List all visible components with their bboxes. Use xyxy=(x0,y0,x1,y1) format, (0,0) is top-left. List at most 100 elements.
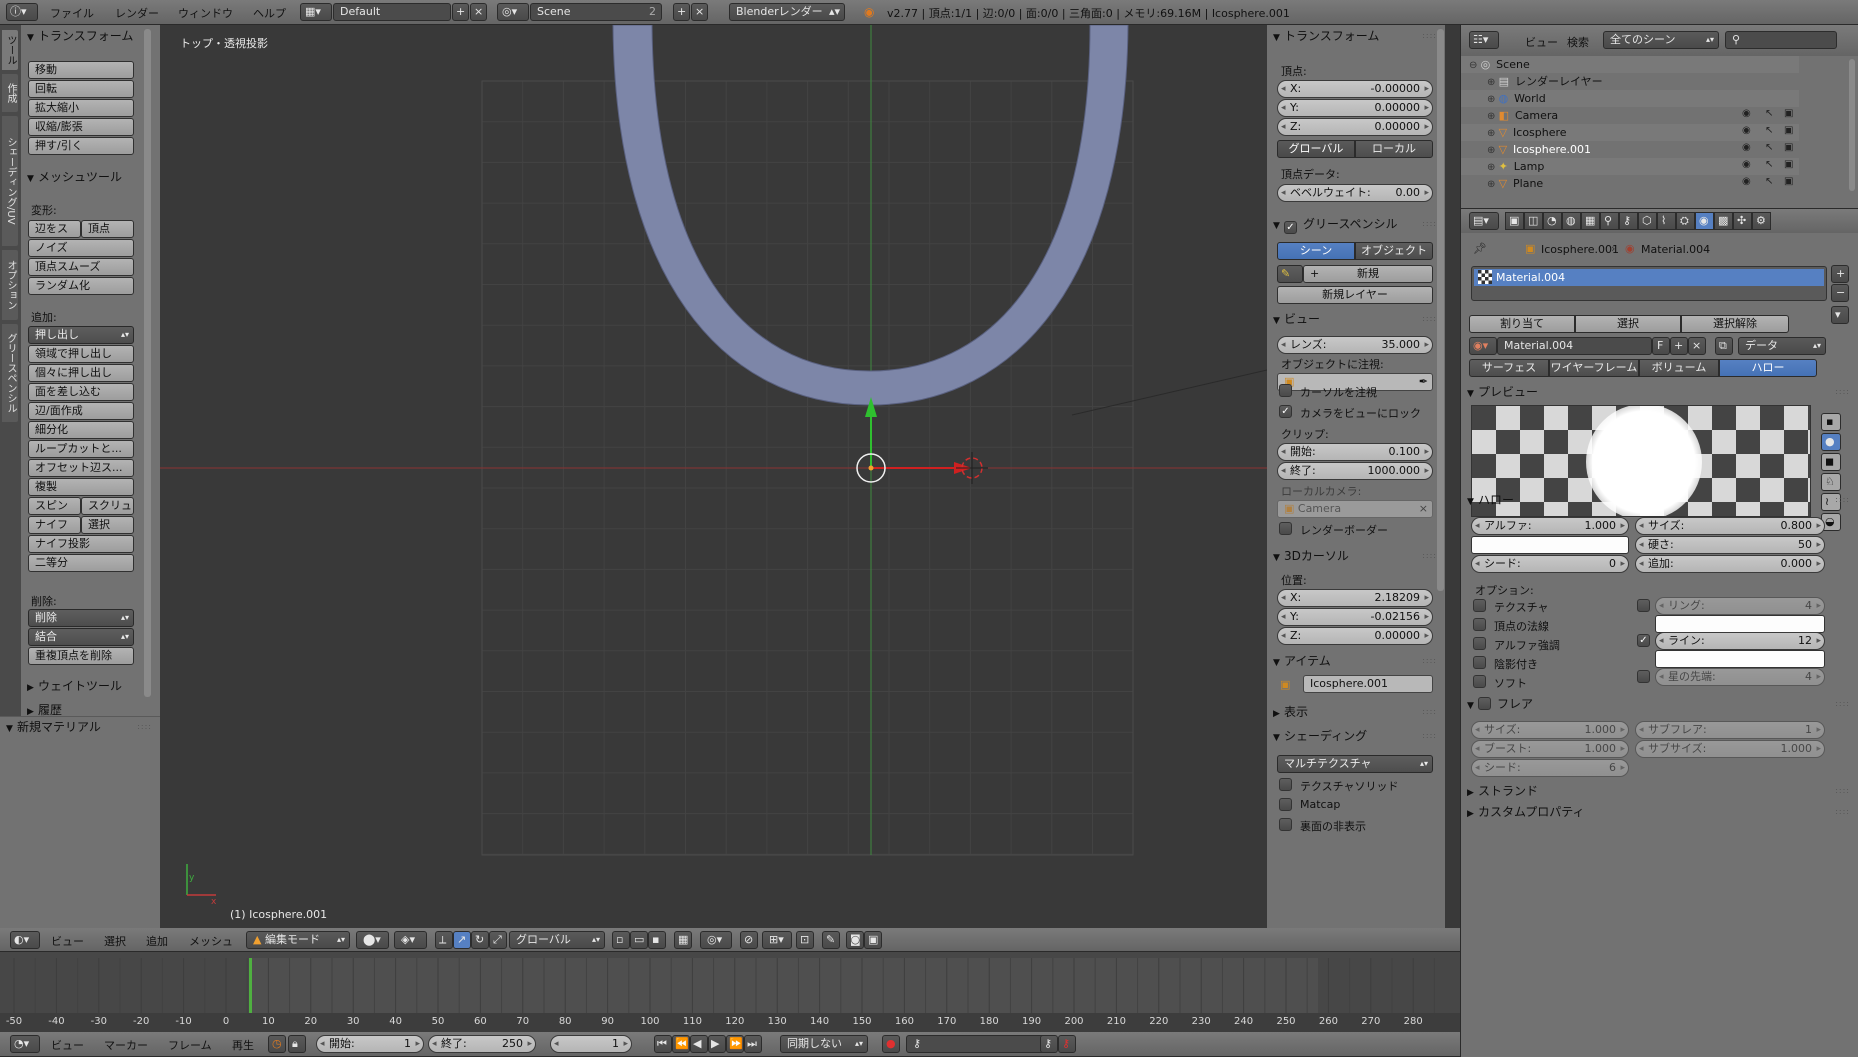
insert-keyframe-button[interactable]: ⚷ xyxy=(1040,1035,1058,1053)
frame-end-field[interactable]: 終了:250 xyxy=(428,1035,536,1053)
texture-tab-icon[interactable]: ▩ xyxy=(1714,212,1733,230)
outliner-scrollbar[interactable] xyxy=(1849,59,1855,191)
custom-properties-header[interactable]: ▶ カスタムプロパティ:::: xyxy=(1461,803,1858,821)
assign-button[interactable]: 割り当て xyxy=(1469,315,1575,333)
spin-button[interactable]: スピン xyxy=(28,497,81,515)
render-border-checkbox[interactable] xyxy=(1279,522,1292,535)
grease-pencil-checkbox[interactable]: ✓ xyxy=(1284,221,1297,234)
outliner-item[interactable]: ⊕ ◍ World xyxy=(1461,90,1799,107)
face-select-mode[interactable]: ▪ xyxy=(648,931,666,949)
merge-dropdown[interactable]: 結合 ▴▾ xyxy=(28,628,134,646)
knife-button[interactable]: ナイフ xyxy=(28,516,81,534)
halo-option-checkbox[interactable] xyxy=(1473,637,1486,650)
physics2-tab-icon[interactable]: ⚙ xyxy=(1752,212,1771,230)
extrude-region-button[interactable]: 領域で押し出し xyxy=(28,345,134,363)
view3d-menu-view[interactable]: ビュー xyxy=(51,933,84,949)
constraints-tab-icon[interactable]: ⚲ xyxy=(1600,212,1619,230)
modifiers-tab-icon[interactable]: ⚷ xyxy=(1619,212,1638,230)
extrude-dropdown[interactable]: 押し出し ▴▾ xyxy=(28,326,134,344)
noise-button[interactable]: ノイズ xyxy=(28,239,134,257)
randomize-button[interactable]: ランダム化 xyxy=(28,277,134,295)
vertex-slide-button[interactable]: 頂点 xyxy=(81,220,134,238)
view3d-menu-mesh[interactable]: メッシュ xyxy=(189,933,233,949)
gp-brush-icon[interactable]: ✎ xyxy=(1277,265,1303,283)
opengl-render-button[interactable]: ◙ xyxy=(846,931,864,949)
outliner-editor-type-button[interactable]: ☷▾ xyxy=(1469,31,1499,49)
shrink-fatten-button[interactable]: 収縮/膨張 xyxy=(28,118,134,136)
deselect-button[interactable]: 選択解除 xyxy=(1681,315,1789,333)
multitexture-dropdown[interactable]: マルチテクスチャ ▴▾ xyxy=(1277,755,1433,773)
render-preview-button[interactable]: ✎ xyxy=(822,931,840,949)
remove-slot-button[interactable]: − xyxy=(1831,284,1849,302)
view3d-menu-select[interactable]: 選択 xyxy=(104,933,126,949)
weight-tools-section-header[interactable]: ▶ ウェイトツール xyxy=(21,677,160,695)
outliner-item[interactable]: ⊕ ▤ レンダーレイヤー xyxy=(1461,73,1799,90)
gp-scene-toggle[interactable]: シーン xyxy=(1277,242,1355,260)
scene-tab-icon[interactable]: ◔ xyxy=(1543,212,1562,230)
object-tab-icon[interactable]: ▦ xyxy=(1581,212,1600,230)
tab-shading-uv[interactable]: シェーディング/UV xyxy=(1,115,19,247)
delete-dropdown[interactable]: 削除 ▴▾ xyxy=(28,609,134,627)
remove-layout-button[interactable]: × xyxy=(470,3,487,21)
outliner-filter-dropdown[interactable]: 全てのシーン ▴▾ xyxy=(1603,31,1719,49)
jump-keyframe-forward-button[interactable]: ⏩ xyxy=(726,1035,744,1053)
preview-monkey-button[interactable]: ♘ xyxy=(1821,473,1841,491)
vertex-y-field[interactable]: Y:0.00000 xyxy=(1277,99,1433,117)
menu-file[interactable]: ファイル xyxy=(50,5,94,21)
halo-alpha-field[interactable]: アルファ:1.000 xyxy=(1471,517,1629,535)
cursor-icon[interactable]: ↖ xyxy=(1765,125,1773,136)
physics-tab-icon[interactable]: ⛭ xyxy=(1676,212,1695,230)
material-name-field[interactable]: Material.004 xyxy=(1497,337,1652,355)
preview-cube-button[interactable]: ◼ xyxy=(1821,453,1841,471)
snap-toggle[interactable]: ⊘ xyxy=(740,931,758,949)
make-edge-face-button[interactable]: 辺/面作成 xyxy=(28,402,134,420)
data-tab-icon[interactable]: ⬡ xyxy=(1638,212,1657,230)
remove-doubles-button[interactable]: 重複頂点を削除 xyxy=(28,647,134,665)
loop-cut-button[interactable]: ループカットと... xyxy=(28,440,134,458)
play-button[interactable]: ▶ xyxy=(708,1035,726,1053)
lens-field[interactable]: レンズ:35.000 xyxy=(1277,336,1433,354)
snap-element-dropdown[interactable]: ⊞▾ xyxy=(762,931,792,949)
cursor-icon[interactable]: ↖ xyxy=(1765,176,1773,187)
new-material-header[interactable]: ▼ 新規マテリアル:::: xyxy=(0,718,160,736)
halo-option-checkbox[interactable] xyxy=(1473,675,1486,688)
duplicate-button[interactable]: 複製 xyxy=(28,478,134,496)
expand-icon[interactable]: ⊕ xyxy=(1487,77,1499,88)
add-slot-button[interactable]: + xyxy=(1831,265,1849,283)
occlude-geometry-toggle[interactable]: ▦ xyxy=(674,931,692,949)
halo-seed-field[interactable]: シード:0 xyxy=(1471,555,1629,573)
item-name-field[interactable]: Icosphere.001 xyxy=(1303,675,1433,693)
new-material-button[interactable]: + xyxy=(1670,337,1688,355)
halo-header[interactable]: ▼ ハロー:::: xyxy=(1461,491,1858,509)
snap-target-button[interactable]: ⊡ xyxy=(796,931,814,949)
cursor-y-field[interactable]: Y:-0.02156 xyxy=(1277,608,1433,626)
cursor-icon[interactable]: ↖ xyxy=(1765,108,1773,119)
flare-header[interactable]: ▼ フレア:::: xyxy=(1461,695,1858,713)
halo-option-checkbox[interactable] xyxy=(1473,599,1486,612)
tab-grease-pencil[interactable]: グリースペンシル xyxy=(1,323,19,423)
outliner-menu-view[interactable]: ビュー xyxy=(1525,34,1558,50)
play-reverse-button[interactable]: ◀ xyxy=(690,1035,708,1053)
record-button[interactable]: ● xyxy=(882,1035,900,1053)
current-frame-field[interactable]: 1 xyxy=(550,1035,632,1053)
screw-button[interactable]: スクリュ xyxy=(81,497,134,515)
lines-checkbox[interactable]: ✓ xyxy=(1637,634,1650,647)
timeline-menu-marker[interactable]: マーカー xyxy=(104,1037,148,1053)
mode-dropdown[interactable]: ▲ 編集モード ▴▾ xyxy=(246,931,350,949)
menu-help[interactable]: ヘルプ xyxy=(253,5,286,21)
scene-name-field[interactable]: Scene 2 xyxy=(530,3,662,21)
expand-icon[interactable]: ⊕ xyxy=(1487,162,1499,173)
flare-subflare-field[interactable]: サブフレア:1 xyxy=(1635,721,1825,739)
bone-tab-icon[interactable]: ⌇ xyxy=(1657,212,1676,230)
halo-hardness-field[interactable]: 硬さ:50 xyxy=(1635,536,1825,554)
pin-icon[interactable]: 📌︎ xyxy=(1473,242,1487,255)
outliner-item[interactable]: ⊖ ◎ Scene xyxy=(1461,56,1799,73)
manipulator-scale[interactable]: ⤢ xyxy=(489,931,507,949)
shading-header[interactable]: ▼ シェーディング:::: xyxy=(1267,727,1445,745)
flare-subsize-field[interactable]: サブサイズ:1.000 xyxy=(1635,740,1825,758)
timeline-menu-playback[interactable]: 再生 xyxy=(232,1037,254,1053)
render-icon[interactable]: ▣ xyxy=(1784,142,1793,153)
matcap-checkbox[interactable] xyxy=(1279,798,1292,811)
tab-wireframe[interactable]: ワイヤーフレーム xyxy=(1549,359,1639,377)
tab-tools[interactable]: ツール xyxy=(1,29,19,71)
